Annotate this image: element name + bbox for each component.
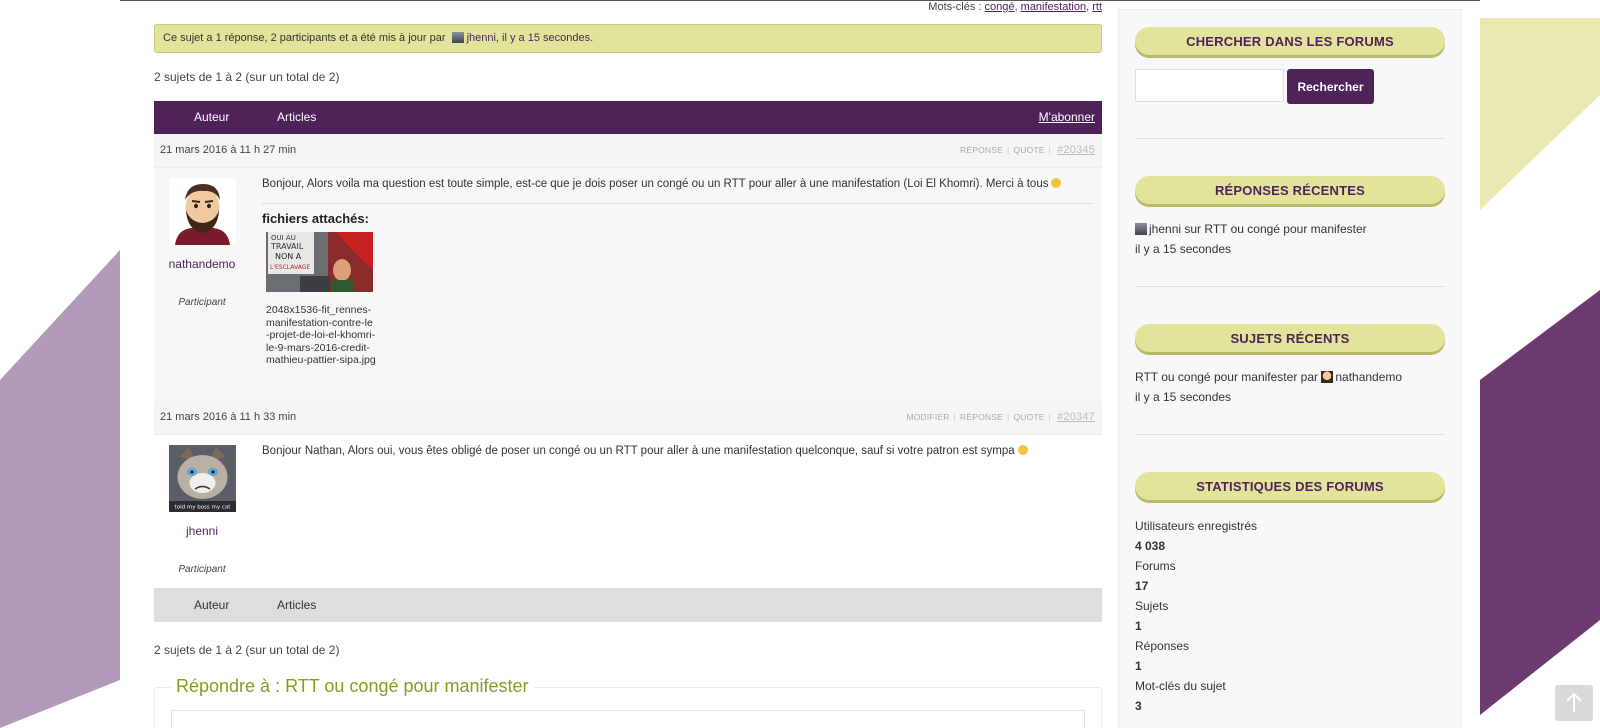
post-author-link[interactable]: jhenni (154, 524, 250, 538)
post-body: nathandemo Participant Bonjour, Alors vo… (154, 168, 1102, 402)
arrow-up-icon (1566, 692, 1582, 712)
recent-topic-link[interactable]: RTT ou congé pour manifester par (1135, 370, 1318, 384)
stat-label: Mot-clés du sujet (1135, 679, 1226, 693)
sign-line: NON A (275, 252, 302, 261)
stat-label: Utilisateurs enregistrés (1135, 519, 1258, 533)
notice-prefix: Ce sujet a 1 réponse, 2 participants et … (163, 32, 446, 44)
topic-footer-bar: Auteur Articles (154, 588, 1102, 622)
reply-textarea[interactable] (171, 710, 1085, 728)
attachment-filename[interactable]: 2048x1536-fit_rennes-manifestation-contr… (266, 304, 376, 367)
post-author-link[interactable]: nathandemo (154, 257, 250, 271)
stat-value: 1 (1135, 619, 1142, 633)
recent-reply-item: jhenni sur RTT ou congé pour manifester (1135, 222, 1367, 236)
quote-action-link[interactable]: QUOTE (1013, 145, 1044, 155)
edit-action-link[interactable]: MODIFIER (906, 412, 949, 422)
attachment-thumbnail[interactable]: OUI AU TRAVAIL NON A L'ESCLAVAGE (266, 232, 373, 292)
topic-notice: Ce sujet a 1 réponse, 2 participants et … (154, 24, 1102, 53)
notice-user-link[interactable]: jhenni, il y a 15 secondes (467, 32, 591, 44)
sign-line: TRAVAIL (270, 242, 304, 251)
post-body: told my boss my cat jhenni Participant B… (154, 435, 1102, 588)
reply-action-link[interactable]: RÉPONSE (960, 412, 1003, 422)
user-avatar-icon (1135, 223, 1147, 235)
forum-search-input[interactable] (1135, 69, 1284, 102)
recent-topic-time: il y a 15 secondes (1135, 390, 1232, 404)
footer-posts-label: Articles (277, 598, 317, 612)
stat-label: Forums (1135, 559, 1176, 573)
post-date: 21 mars 2016 à 11 h 27 min (160, 144, 297, 156)
pagination-count-top: 2 sujets de 1 à 2 (sur un total de 2) (154, 70, 340, 84)
topic-header-bar: Auteur Articles M'abonner (154, 101, 1102, 134)
search-button[interactable]: Rechercher (1287, 69, 1374, 104)
post-actions: MODIFIER | RÉPONSE | QUOTE | #20347 (906, 411, 1095, 423)
recent-reply-link[interactable]: jhenni sur RTT ou congé pour manifester (1149, 222, 1367, 236)
post-author: nathandemo Participant (154, 168, 250, 308)
notice-suffix: . (590, 32, 594, 44)
reply-form: Répondre à : RTT ou congé pour manifeste… (154, 676, 1102, 728)
forum-post: 21 mars 2016 à 11 h 33 min MODIFIER | RÉPO… (154, 401, 1102, 588)
divider (1135, 138, 1445, 139)
stat-label: Sujets (1135, 599, 1169, 613)
divider (1135, 434, 1445, 435)
header-posts-label: Articles (277, 110, 317, 124)
post-author-role: Participant (178, 564, 226, 575)
topic-tags: Mots-clés : congé, manifestation, rtt (928, 1, 1102, 13)
post-attachments: fichiers attachés: OUI AU TRAVAIL NON A … (262, 203, 1092, 367)
user-avatar-icon (1321, 371, 1334, 383)
post-content: Bonjour Nathan, Alors oui, vous êtes obl… (262, 445, 1092, 457)
header-author-label: Auteur (194, 110, 230, 124)
quote-action-link[interactable]: QUOTE (1013, 412, 1044, 422)
post-permalink[interactable]: #20347 (1057, 411, 1095, 423)
post-header: 21 mars 2016 à 11 h 27 min RÉPONSE | QUOTE… (154, 134, 1102, 168)
tags-label: Mots-clés : (928, 1, 982, 13)
post-content: Bonjour, Alors voila ma question est tou… (262, 178, 1092, 367)
back-to-top-button[interactable] (1555, 685, 1593, 721)
smiley-icon (1017, 445, 1028, 455)
avatar-caption: told my boss my cat (174, 505, 231, 511)
sidebar: CHERCHER DANS LES FORUMS Rechercher RÉPO… (1118, 9, 1462, 728)
forum-stats-title: STATISTIQUES DES FORUMS (1135, 472, 1445, 500)
reply-action-link[interactable]: RÉPONSE (960, 145, 1003, 155)
tag-link-manifestation[interactable]: manifestation (1021, 1, 1086, 13)
recent-reply-time: il y a 15 secondes (1135, 242, 1232, 256)
stat-value: 4 038 (1135, 539, 1166, 553)
smiley-icon (1051, 178, 1062, 188)
stat-value: 3 (1135, 699, 1142, 713)
recent-topic-user-link[interactable]: nathandemo (1335, 370, 1402, 384)
post-author: told my boss my cat jhenni Participant (154, 435, 250, 575)
attachments-title: fichiers attachés: (262, 211, 369, 226)
footer-author-label: Auteur (194, 598, 230, 612)
recent-replies-title: RÉPONSES RÉCENTES (1135, 176, 1445, 204)
recent-topics-title: SUJETS RÉCENTS (1135, 324, 1445, 352)
post-text: Bonjour, Alors voila ma question est tou… (262, 178, 1092, 190)
stat-value: 1 (1135, 659, 1142, 673)
search-widget-title: CHERCHER DANS LES FORUMS (1135, 27, 1445, 55)
tag-link-conge[interactable]: congé (985, 1, 1015, 13)
post-date: 21 mars 2016 à 11 h 33 min (160, 411, 297, 423)
grumpy-cat-avatar-icon[interactable]: told my boss my cat (168, 445, 236, 512)
forum-post: 21 mars 2016 à 11 h 27 min RÉPONSE | QUOTE… (154, 134, 1102, 402)
subscribe-link[interactable]: M'abonner (1039, 110, 1095, 124)
pagination-count-bottom: 2 sujets de 1 à 2 (sur un total de 2) (154, 643, 340, 657)
post-author-role: Participant (178, 297, 226, 308)
post-actions: RÉPONSE | QUOTE | #20345 (960, 144, 1095, 156)
page-container: Mots-clés : congé, manifestation, rtt Ce… (120, 0, 1480, 728)
bearded-man-avatar-icon[interactable] (168, 178, 236, 245)
recent-topic-item: RTT ou congé pour manifester par nathand… (1135, 370, 1402, 384)
stat-label: Réponses (1135, 639, 1190, 653)
post-header: 21 mars 2016 à 11 h 33 min MODIFIER | RÉPO… (154, 401, 1102, 435)
reply-form-title: Répondre à : RTT ou congé pour manifeste… (171, 676, 534, 697)
stat-value: 17 (1135, 579, 1149, 593)
tag-link-rtt[interactable]: rtt (1092, 1, 1102, 13)
sign-line: L'ESCLAVAGE (270, 264, 310, 271)
sign-line: OUI AU (271, 234, 296, 242)
post-text: Bonjour Nathan, Alors oui, vous êtes obl… (262, 445, 1092, 457)
divider (1135, 286, 1445, 287)
post-permalink[interactable]: #20345 (1057, 144, 1095, 156)
user-avatar-icon (451, 32, 464, 43)
